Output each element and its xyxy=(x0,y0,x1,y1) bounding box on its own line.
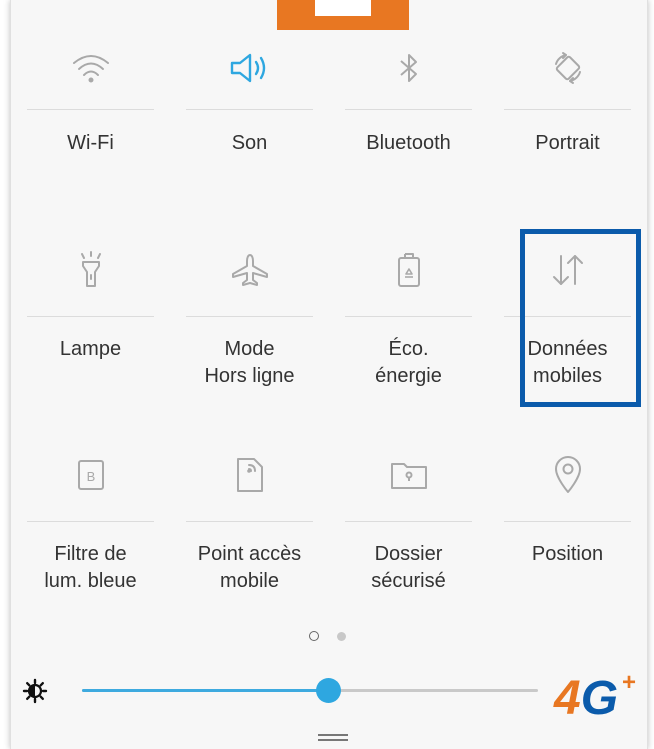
logo-text: 4G xyxy=(553,672,618,718)
tile-label: Filtre de lum. bleue xyxy=(44,543,137,592)
page-indicator[interactable] xyxy=(0,626,654,646)
page-dot-current[interactable] xyxy=(308,631,319,641)
tile-power-saving[interactable]: Éco. énergie xyxy=(329,210,488,415)
tile-blue-light-filter[interactable]: B Filtre de lum. bleue xyxy=(11,415,170,620)
tile-sound[interactable]: Son xyxy=(170,0,329,210)
brightness-control: 4G + xyxy=(0,668,654,725)
battery-recycle-icon xyxy=(329,240,488,300)
tile-bluetooth[interactable]: Bluetooth xyxy=(329,0,488,210)
speaker-icon xyxy=(170,38,329,98)
tile-label: Lampe xyxy=(59,338,122,360)
flashlight-icon xyxy=(11,240,170,300)
tile-location[interactable]: Position xyxy=(488,415,647,620)
airplane-icon xyxy=(170,240,329,300)
rotation-icon xyxy=(488,38,647,98)
mobile-data-highlight-frame xyxy=(520,229,641,407)
tile-secure-folder[interactable]: Dossier sécurisé xyxy=(329,415,488,620)
location-pin-icon xyxy=(488,445,647,505)
tile-label: Position xyxy=(531,543,604,565)
tile-flashlight[interactable]: Lampe xyxy=(11,210,170,415)
blue-light-filter-icon: B xyxy=(11,445,170,505)
tile-label: Son xyxy=(231,132,268,154)
tile-airplane-mode[interactable]: Mode Hors ligne xyxy=(170,210,329,415)
wifi-icon xyxy=(11,38,170,98)
tile-wifi[interactable]: Wi-Fi xyxy=(11,0,170,210)
brightness-slider-track[interactable] xyxy=(82,678,538,703)
bluetooth-icon xyxy=(329,38,488,98)
svg-text:B: B xyxy=(86,469,95,484)
tile-label: Bluetooth xyxy=(366,132,451,154)
panel-drag-handle[interactable] xyxy=(318,734,348,744)
logo-plus: + xyxy=(622,669,636,696)
tile-portrait[interactable]: Portrait xyxy=(488,0,647,210)
4g-plus-logo: 4G + xyxy=(552,668,642,725)
tile-label: Wi-Fi xyxy=(67,132,114,154)
brightness-sun-icon xyxy=(22,678,48,709)
hotspot-icon xyxy=(170,445,329,505)
tile-label: Point accès mobile xyxy=(197,543,302,592)
secure-folder-icon xyxy=(329,445,488,505)
brightness-slider-thumb[interactable] xyxy=(316,678,342,703)
tile-label: Dossier sécurisé xyxy=(371,543,446,592)
tile-label: Mode Hors ligne xyxy=(204,338,295,387)
brightness-slider-fill xyxy=(82,689,329,692)
page-dot[interactable] xyxy=(336,631,346,641)
tile-mobile-hotspot[interactable]: Point accès mobile xyxy=(170,415,329,620)
tile-label: Éco. énergie xyxy=(375,338,442,387)
tile-label: Portrait xyxy=(535,132,600,154)
